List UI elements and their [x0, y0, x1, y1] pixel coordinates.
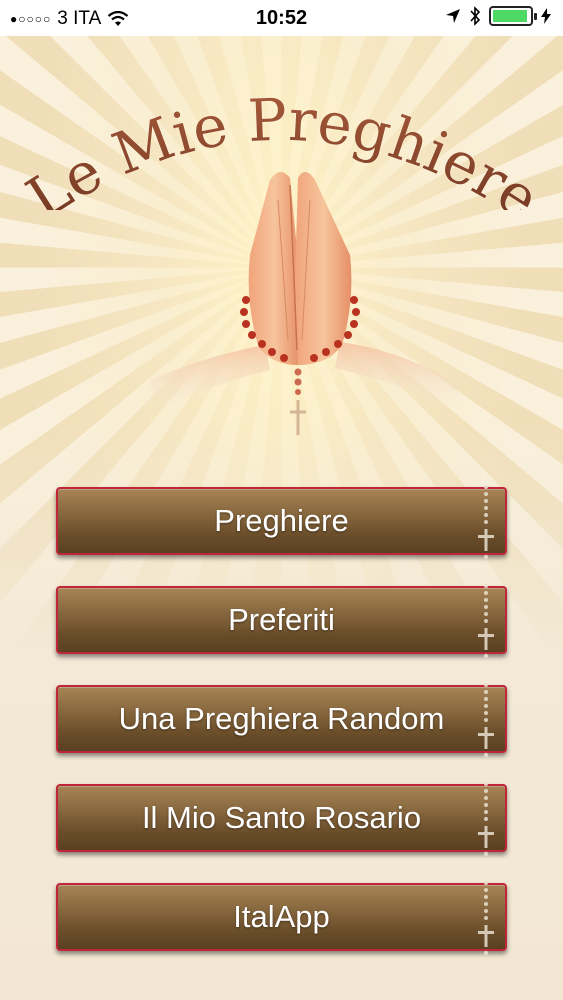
location-arrow-icon: [446, 9, 460, 23]
carrier-info: ●○○○○ 3 ITA: [10, 8, 129, 30]
menu-button-label: Il Mio Santo Rosario: [141, 800, 422, 835]
menu-button-label: Preferiti: [228, 602, 335, 637]
rosary-cross-icon: [478, 485, 494, 560]
main-menu: Preghiere Preferiti Una Preghiera Random: [56, 485, 507, 982]
rosary-cross-icon: [478, 782, 494, 857]
battery-level: [493, 10, 527, 22]
rosary-cross-icon: [478, 881, 494, 956]
praying-hands-icon: [150, 171, 460, 435]
menu-button-label: ItalApp: [233, 899, 330, 934]
bluetooth-icon: [470, 6, 481, 26]
rosary-cross-icon: [478, 683, 494, 758]
menu-button-italapp[interactable]: ItalApp: [56, 881, 507, 956]
carrier-name: 3 ITA: [57, 8, 102, 29]
status-right-icons: [445, 6, 551, 26]
signal-strength-icon: ●○○○○: [10, 12, 52, 26]
status-bar: ●○○○○ 3 ITA 10:52: [0, 0, 563, 36]
menu-button-preghiere[interactable]: Preghiere: [56, 485, 507, 560]
menu-button-label: Una Preghiera Random: [118, 701, 445, 736]
charging-bolt-icon: [541, 8, 551, 24]
battery-icon: [489, 6, 537, 26]
rosary-cross-icon: [478, 584, 494, 659]
wifi-icon: [108, 11, 129, 26]
menu-button-preferiti[interactable]: Preferiti: [56, 584, 507, 659]
menu-button-rosario[interactable]: Il Mio Santo Rosario: [56, 782, 507, 857]
menu-button-label: Preghiere: [214, 503, 349, 538]
menu-button-random-prayer[interactable]: Una Preghiera Random: [56, 683, 507, 758]
